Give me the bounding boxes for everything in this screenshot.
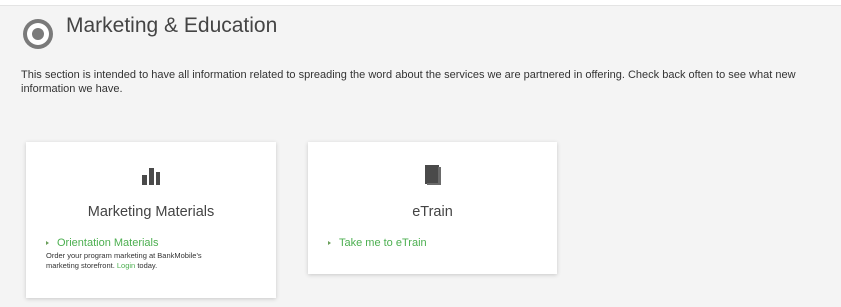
intro-text: This section is intended to have all inf… [21, 69, 796, 95]
target-icon [22, 18, 54, 50]
page-header: Marketing & Education [22, 13, 277, 50]
bar-chart-icon [140, 164, 162, 191]
description-suffix: today. [137, 261, 158, 270]
card-description: Order your program marketing at BankMobi… [46, 251, 236, 271]
card-links: Orientation Materials Order your program… [46, 237, 264, 271]
link-label: Take me to eTrain [339, 237, 427, 249]
card-title: Marketing Materials [87, 204, 215, 220]
bullet-icon [328, 241, 331, 245]
bullet-icon [46, 241, 49, 245]
orientation-materials-link[interactable]: Orientation Materials [46, 237, 264, 249]
book-icon [424, 164, 442, 191]
etrain-card: eTrain Take me to eTrain [308, 142, 557, 274]
card-links: Take me to eTrain [328, 237, 545, 249]
card-title: eTrain [412, 204, 453, 220]
marketing-materials-card: Marketing Materials Orientation Material… [26, 142, 276, 298]
top-divider [0, 0, 841, 6]
page-title: Marketing & Education [66, 14, 278, 37]
link-label: Orientation Materials [57, 237, 159, 249]
etrain-link[interactable]: Take me to eTrain [328, 237, 545, 249]
login-link[interactable]: Login [117, 261, 135, 270]
